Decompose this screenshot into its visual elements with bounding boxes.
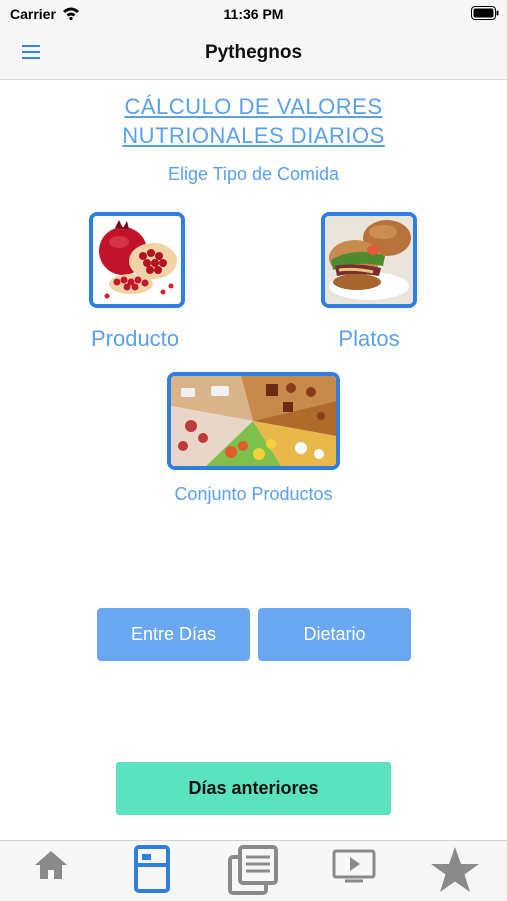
conjunto-productos-label: Conjunto Productos — [174, 484, 333, 504]
star-icon — [430, 847, 479, 892]
dietario-button[interactable]: Dietario — [258, 608, 411, 661]
entre-dias-button[interactable]: Entre Días — [97, 608, 250, 661]
calculator-icon — [133, 845, 170, 893]
page-title-line-2: NUTRIONALES DIARIOS — [122, 123, 385, 148]
status-bar: Carrier 11:36 PM — [0, 0, 507, 28]
navigation-bar: Pythegnos — [0, 28, 507, 80]
tab-documents[interactable] — [202, 841, 303, 901]
assorted-foods-image — [167, 372, 340, 470]
battery-icon — [471, 6, 499, 25]
platos-label: Platos — [338, 326, 400, 351]
home-icon — [34, 851, 67, 879]
producto-option[interactable]: Producto — [70, 210, 200, 360]
producto-label: Producto — [90, 326, 180, 351]
conjunto-productos-option[interactable]: Conjunto Productos — [140, 372, 367, 512]
page-title-line-1: CÁLCULO DE VALORES — [124, 94, 383, 119]
tab-video[interactable] — [303, 841, 404, 901]
food-type-prompt: Elige Tipo de Comida — [167, 164, 340, 184]
tab-calculator[interactable] — [101, 841, 202, 901]
dias-anteriores-button[interactable]: Días anteriores — [116, 762, 391, 815]
page-title: CÁLCULO DE VALORES NUTRIONALES DIARIOS — [60, 92, 447, 150]
documents-icon — [227, 845, 278, 895]
video-player-icon — [332, 849, 375, 883]
tab-favorites[interactable] — [404, 841, 505, 901]
tab-home[interactable] — [0, 841, 101, 901]
status-time: 11:36 PM — [223, 6, 284, 22]
platos-option[interactable]: Platos — [304, 210, 434, 360]
tab-bar — [0, 840, 507, 901]
pomegranate-image — [89, 212, 185, 308]
burger-image — [321, 212, 417, 308]
nav-title: Pythegnos — [204, 42, 303, 63]
